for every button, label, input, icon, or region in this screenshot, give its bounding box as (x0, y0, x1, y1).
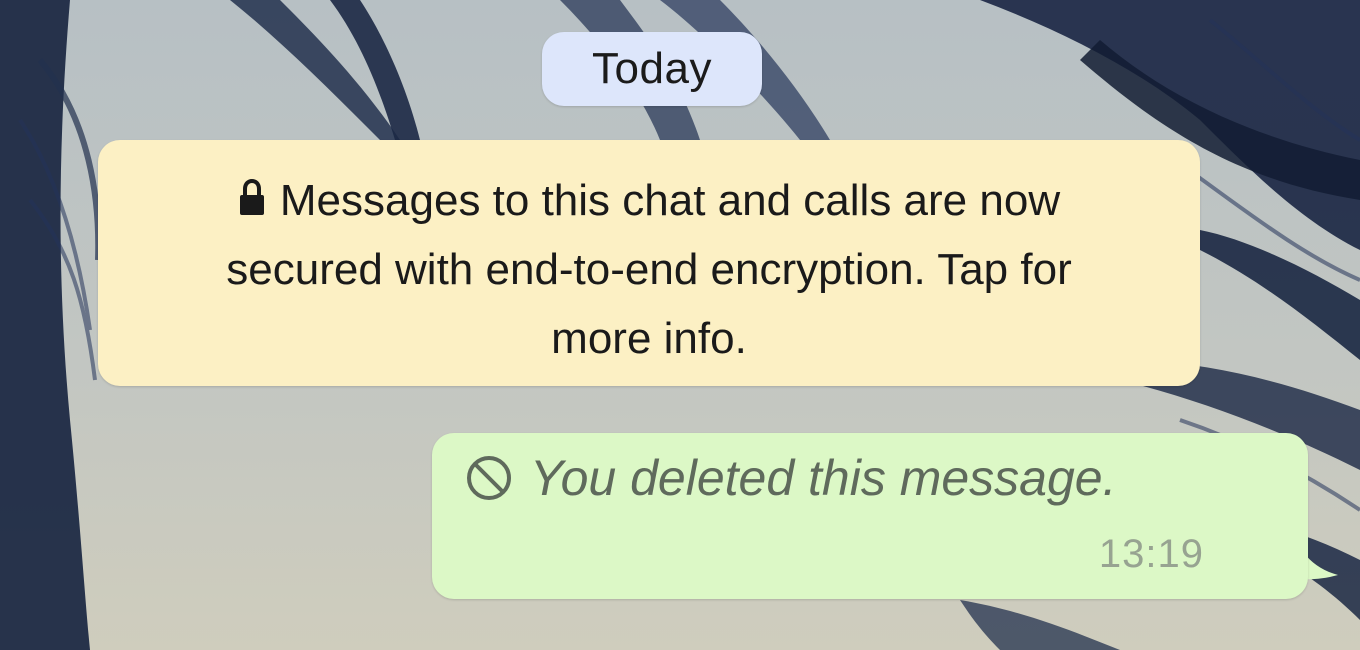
date-separator: Today (542, 32, 762, 106)
encryption-notice-text-2: secured with end-to-end encryption. Tap … (226, 245, 1072, 294)
encryption-notice-line-2: secured with end-to-end encryption. Tap … (132, 235, 1166, 304)
date-label: Today (592, 44, 712, 93)
encryption-notice[interactable]: Messages to this chat and calls are now … (98, 140, 1200, 386)
encryption-notice-line-3: more info. (132, 304, 1166, 373)
outgoing-message-bubble[interactable]: You deleted this message. 13:19 (432, 433, 1308, 599)
lock-icon (239, 179, 264, 215)
deleted-icon (467, 456, 511, 500)
deleted-message-text: You deleted this message. (530, 450, 1117, 506)
deleted-message-row: You deleted this message. (466, 449, 1117, 507)
message-timestamp: 13:19 (1098, 532, 1204, 576)
encryption-notice-line-1: Messages to this chat and calls are now (132, 166, 1166, 235)
chat-area: Today Messages to this chat and calls ar… (0, 0, 1360, 650)
encryption-notice-text-1: Messages to this chat and calls are now (279, 176, 1061, 225)
encryption-notice-text-3: more info. (551, 314, 747, 363)
